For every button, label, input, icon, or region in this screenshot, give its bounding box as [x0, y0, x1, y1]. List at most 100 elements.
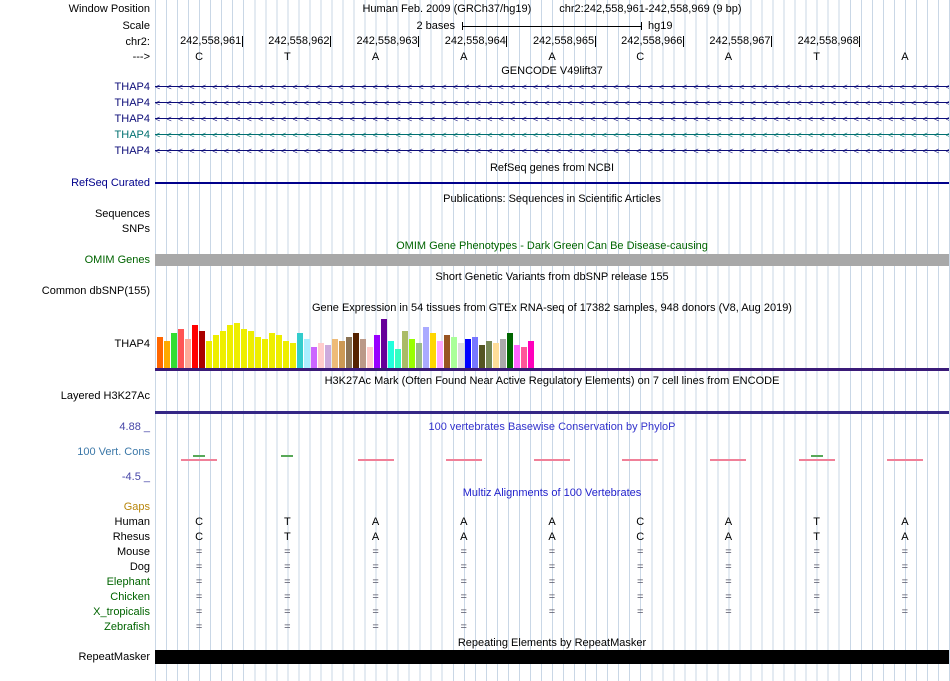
gtex-tissue-bar[interactable] [374, 335, 380, 369]
gtex-tissue-bar[interactable] [325, 345, 331, 369]
alignment-row[interactable]: = = = = = = = = = [155, 575, 949, 589]
track-area[interactable]: Human Feb. 2009 (GRCh37/hg19) chr2:242,5… [155, 0, 950, 681]
gtex-tissue-bar[interactable] [381, 319, 387, 369]
gtex-tissue-bar[interactable] [311, 347, 317, 369]
repeatmasker-element-bar[interactable] [155, 650, 949, 664]
gene-label[interactable]: THAP4 [2, 96, 150, 110]
gtex-tissue-bar[interactable] [304, 339, 310, 369]
gtex-tissue-bar[interactable] [402, 331, 408, 369]
gtex-tissue-bar[interactable] [234, 323, 240, 369]
gtex-tissue-bar[interactable] [486, 341, 492, 369]
gtex-tissue-bar[interactable] [346, 337, 352, 369]
gtex-tissue-bar[interactable] [360, 339, 366, 369]
gtex-tissue-bar[interactable] [528, 341, 534, 369]
gtex-tissue-bar[interactable] [269, 333, 275, 369]
alignment-row[interactable]: CTAAACATA [155, 515, 949, 529]
gtex-tissue-bar[interactable] [451, 337, 457, 369]
gene-label[interactable]: THAP4 [2, 112, 150, 126]
repeatmasker-label[interactable]: RepeatMasker [2, 650, 150, 664]
gtex-gene-label[interactable]: THAP4 [2, 337, 150, 351]
gtex-title[interactable]: Gene Expression in 54 tissues from GTEx … [155, 301, 949, 315]
gtex-tissue-bar[interactable] [206, 341, 212, 369]
gtex-tissue-bar[interactable] [465, 339, 471, 369]
gtex-tissue-bar[interactable] [332, 339, 338, 369]
gtex-tissue-bar[interactable] [276, 335, 282, 369]
species-label[interactable]: Gaps [2, 500, 150, 514]
vert-cons-label[interactable]: 100 Vert. Cons [2, 445, 150, 459]
gtex-tissue-bar[interactable] [199, 331, 205, 369]
gtex-tissue-bar[interactable] [248, 331, 254, 369]
gtex-tissue-bar[interactable] [500, 339, 506, 369]
refseq-curated-gene-bar[interactable] [155, 182, 949, 184]
gtex-tissue-bar[interactable] [437, 341, 443, 369]
gtex-expression-bars[interactable] [155, 317, 949, 369]
gencode-title[interactable]: GENCODE V49lift37 [155, 64, 949, 78]
gene-model-row[interactable]: <<<<<<<<<<<<<<<<<<<<<<<<<<<<<<<<<<<<<<<<… [155, 114, 949, 124]
gtex-tissue-bar[interactable] [241, 329, 247, 369]
species-label[interactable]: Dog [2, 560, 150, 574]
gtex-tissue-bar[interactable] [423, 327, 429, 369]
gtex-tissue-bar[interactable] [430, 333, 436, 369]
gtex-tissue-bar[interactable] [178, 329, 184, 369]
gtex-tissue-bar[interactable] [290, 343, 296, 369]
multiz-title[interactable]: Multiz Alignments of 100 Vertebrates [155, 486, 949, 500]
gtex-tissue-bar[interactable] [283, 341, 289, 369]
dbsnp-title[interactable]: Short Genetic Variants from dbSNP releas… [155, 270, 949, 284]
gtex-tissue-bar[interactable] [192, 325, 198, 369]
gtex-tissue-bar[interactable] [213, 335, 219, 369]
omim-title[interactable]: OMIM Gene Phenotypes - Dark Green Can Be… [155, 239, 949, 253]
layered-h3k27ac-label[interactable]: Layered H3K27Ac [2, 389, 150, 403]
species-label[interactable]: Mouse [2, 545, 150, 559]
alignment-row[interactable]: CTAAACATA [155, 530, 949, 544]
h3k27ac-signal-bar[interactable] [155, 411, 949, 414]
gtex-tissue-bar[interactable] [367, 347, 373, 369]
refseq-title[interactable]: RefSeq genes from NCBI [155, 161, 949, 175]
alignment-row[interactable] [155, 500, 949, 514]
snps-label[interactable]: SNPs [2, 222, 150, 236]
gtex-tissue-bar[interactable] [255, 337, 261, 369]
gene-label[interactable]: THAP4 [2, 80, 150, 94]
genome-browser-image[interactable]: Window Position Scale chr2: ---> THAP4 TH… [0, 0, 950, 681]
gtex-tissue-bar[interactable] [521, 347, 527, 369]
repeatmasker-title[interactable]: Repeating Elements by RepeatMasker [155, 636, 949, 650]
gtex-tissue-bar[interactable] [479, 345, 485, 369]
gtex-tissue-bar[interactable] [458, 343, 464, 369]
gtex-tissue-bar[interactable] [164, 341, 170, 369]
alignment-row[interactable]: = = = = = = = = = [155, 590, 949, 604]
alignment-row[interactable]: = = = = [155, 620, 949, 634]
species-label[interactable]: Human [2, 515, 150, 529]
gtex-tissue-bar[interactable] [444, 335, 450, 369]
gene-model-row[interactable]: <<<<<<<<<<<<<<<<<<<<<<<<<<<<<<<<<<<<<<<<… [155, 146, 949, 156]
gtex-tissue-bar[interactable] [388, 341, 394, 369]
publications-title[interactable]: Publications: Sequences in Scientific Ar… [155, 192, 949, 206]
gtex-tissue-bar[interactable] [493, 343, 499, 369]
gtex-tissue-bar[interactable] [409, 339, 415, 369]
alignment-row[interactable]: = = = = = = = = = [155, 560, 949, 574]
gene-model-row[interactable]: <<<<<<<<<<<<<<<<<<<<<<<<<<<<<<<<<<<<<<<<… [155, 82, 949, 92]
gtex-tissue-bar[interactable] [171, 333, 177, 369]
refseq-curated-label[interactable]: RefSeq Curated [2, 176, 150, 190]
species-label[interactable]: Elephant [2, 575, 150, 589]
gtex-tissue-bar[interactable] [185, 339, 191, 369]
gtex-tissue-bar[interactable] [514, 345, 520, 369]
common-dbsnp-label[interactable]: Common dbSNP(155) [2, 284, 150, 298]
h3k27ac-title[interactable]: H3K27Ac Mark (Often Found Near Active Re… [155, 374, 949, 388]
gtex-tissue-bar[interactable] [395, 349, 401, 369]
gtex-tissue-bar[interactable] [416, 343, 422, 369]
omim-gene-bar[interactable] [155, 254, 949, 266]
gtex-tissue-bar[interactable] [220, 331, 226, 369]
gene-model-row[interactable]: <<<<<<<<<<<<<<<<<<<<<<<<<<<<<<<<<<<<<<<<… [155, 130, 949, 140]
gtex-tissue-bar[interactable] [157, 337, 163, 369]
gtex-tissue-bar[interactable] [262, 339, 268, 369]
phylop-title[interactable]: 100 vertebrates Basewise Conservation by… [155, 420, 949, 434]
omim-genes-label[interactable]: OMIM Genes [2, 253, 150, 267]
gene-label[interactable]: THAP4 [2, 144, 150, 158]
gtex-tissue-bar[interactable] [227, 325, 233, 369]
gtex-tissue-bar[interactable] [297, 333, 303, 369]
species-label[interactable]: X_tropicalis [2, 605, 150, 619]
gtex-tissue-bar[interactable] [472, 337, 478, 369]
alignment-row[interactable]: = = = = = = = = = [155, 545, 949, 559]
gene-model-row[interactable]: <<<<<<<<<<<<<<<<<<<<<<<<<<<<<<<<<<<<<<<<… [155, 98, 949, 108]
gtex-tissue-bar[interactable] [353, 333, 359, 369]
phylop-conservation-marks[interactable] [155, 450, 949, 466]
